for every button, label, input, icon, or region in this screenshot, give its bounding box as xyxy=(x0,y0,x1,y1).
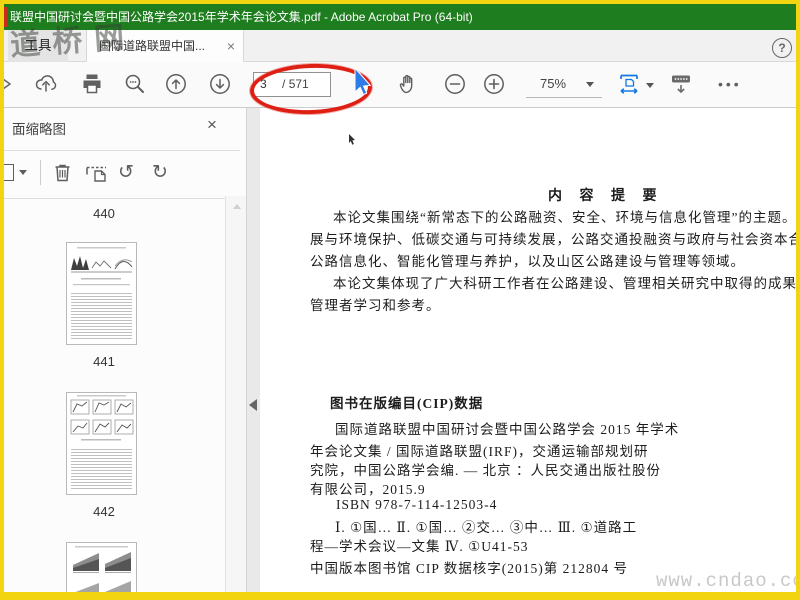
page-display-icon[interactable] xyxy=(668,71,694,97)
page-up-icon[interactable] xyxy=(163,71,189,97)
frame-border-left xyxy=(0,0,4,600)
share-upload-icon[interactable] xyxy=(33,71,59,97)
tab-tools[interactable]: 工具 xyxy=(8,30,68,62)
thumbnail-text-lines xyxy=(71,293,132,341)
isbn-line: ISBN 978-7-114-12503-4 xyxy=(336,497,498,512)
delete-pages-icon[interactable] xyxy=(50,160,75,185)
options-menu-icon[interactable] xyxy=(4,164,14,181)
zoom-level-select[interactable]: 75% xyxy=(526,72,602,98)
acrobat-window: 联盟中国研讨会暨中国公路学会2015年学术年会论文集.pdf - Adobe A… xyxy=(0,0,800,600)
document-text-line: 程—学术会议—文集 Ⅳ. ①U41-53 xyxy=(310,539,529,554)
zoom-level-value: 75% xyxy=(540,76,567,91)
document-text-line: 究院，中国公路学会编. — 北京 ：人民交通出版社股份 xyxy=(310,463,661,478)
document-text-line: 有限公司，2015.9 xyxy=(310,482,426,497)
clipped-tool-icon[interactable] xyxy=(3,76,11,94)
acrobat-logo-icon xyxy=(4,7,7,27)
watermark-bottom-right: www.cndao.com xyxy=(656,570,796,592)
window-title: 联盟中国研讨会暨中国公路学会2015年学术年会论文集.pdf - Adobe A… xyxy=(10,10,473,24)
more-options-icon[interactable]: ••• xyxy=(718,76,742,92)
chevron-down-icon xyxy=(586,82,594,87)
thumbnail-figure xyxy=(71,247,133,286)
cip-heading: 图书在版编目(CIP)数据 xyxy=(330,396,484,411)
document-text-line: 年会论文集 / 国际道路联盟(IRF)，交通运输部规划研 xyxy=(310,444,649,459)
title-bar: 联盟中国研讨会暨中国公路学会2015年学术年会论文集.pdf - Adobe A… xyxy=(4,4,796,30)
rotate-left-icon[interactable]: ↺ xyxy=(118,160,134,185)
frame-border-bottom xyxy=(0,592,800,600)
thumbnail-label: 440 xyxy=(93,206,115,221)
document-page[interactable]: 内 容 提 要 本论文集围绕“新常态下的公路融资、安全、环境与信息化管理”的主题… xyxy=(260,108,796,592)
panel-gutter xyxy=(247,108,260,592)
help-icon[interactable]: ? xyxy=(772,38,792,58)
document-text-line: 管理者学习和参考。 xyxy=(310,298,441,313)
page-thumbnail-443[interactable] xyxy=(66,542,137,592)
thumbnail-figure xyxy=(70,395,134,441)
divider xyxy=(40,160,41,185)
zoom-out-icon[interactable] xyxy=(442,71,468,97)
thumbnail-label: 441 xyxy=(93,354,115,369)
page-number-field[interactable]: 3 / 571 xyxy=(253,72,331,97)
document-text-line: 本论文集围绕“新常态下的公路融资、安全、环境与信息化管理”的主题。论文涵盖了道路 xyxy=(333,210,796,225)
zoom-in-icon[interactable] xyxy=(481,71,507,97)
search-icon[interactable] xyxy=(122,71,148,97)
document-text-line: 国际道路联盟中国研讨会暨中国公路学会 2015 年学术 xyxy=(335,422,680,437)
page-current-input[interactable]: 3 xyxy=(260,77,267,91)
print-icon[interactable] xyxy=(79,71,105,97)
close-panel-icon[interactable]: × xyxy=(207,115,217,135)
panel-scrollbar[interactable] xyxy=(225,196,246,592)
main-toolbar: 3 / 571 75% ••• xyxy=(3,61,796,117)
tab-bar: 工具 国际道路联盟中国... × ? xyxy=(4,30,796,62)
frame-border-top xyxy=(0,0,800,4)
thumbnail-text-lines xyxy=(71,449,132,491)
hand-tool-icon[interactable] xyxy=(396,71,422,97)
rotate-right-icon[interactable]: ↻ xyxy=(152,160,168,185)
close-tab-icon[interactable]: × xyxy=(227,30,235,62)
cip-record-line: 中国版本图书馆 CIP 数据核字(2015)第 212804 号 xyxy=(310,561,628,576)
thumbnail-figure xyxy=(73,546,131,592)
thumbnails-panel: 面缩略图 × ↺ ↻ 440 441 442 xyxy=(4,108,247,592)
options-chevron-icon xyxy=(19,170,27,175)
scroll-up-icon[interactable] xyxy=(233,204,241,209)
document-text-line: Ⅰ. ①国… Ⅱ. ①国… ②交… ③中… Ⅲ. ①道路工 xyxy=(335,520,638,535)
page-thumbnail-442[interactable] xyxy=(66,392,137,495)
tab-document-label: 国际道路联盟中国... xyxy=(99,39,206,53)
small-cursor-mark-icon xyxy=(349,134,355,145)
document-text-line: 本论文集体现了广大科研工作者在公路建设、管理相关研究中取得的成果，可供交通行业 xyxy=(333,276,796,291)
page-down-icon[interactable] xyxy=(207,71,233,97)
thumbnail-label: 442 xyxy=(93,504,115,519)
document-text-line: 展与环境保护、低碳交通与可持续发展，公路交通投融资与政府与社会资本合作(PPP)… xyxy=(310,232,796,247)
insert-page-icon[interactable] xyxy=(84,160,109,185)
fit-width-icon[interactable] xyxy=(616,71,642,97)
page-total-label: / 571 xyxy=(282,77,309,91)
divider xyxy=(4,150,240,151)
document-text-line: 公路信息化、智能化管理与养护，以及山区公路建设与管理等领域。 xyxy=(310,254,745,269)
divider xyxy=(4,198,240,199)
fit-width-chevron-icon[interactable] xyxy=(646,83,654,88)
frame-border-right xyxy=(796,0,800,600)
document-heading: 内 容 提 要 xyxy=(548,189,664,204)
panel-title: 面缩略图 xyxy=(12,122,66,137)
page-thumbnail-441[interactable] xyxy=(66,242,137,345)
tab-document[interactable]: 国际道路联盟中国... × xyxy=(86,30,244,62)
mouse-cursor-icon xyxy=(354,68,372,96)
collapse-panel-icon[interactable] xyxy=(249,399,257,411)
